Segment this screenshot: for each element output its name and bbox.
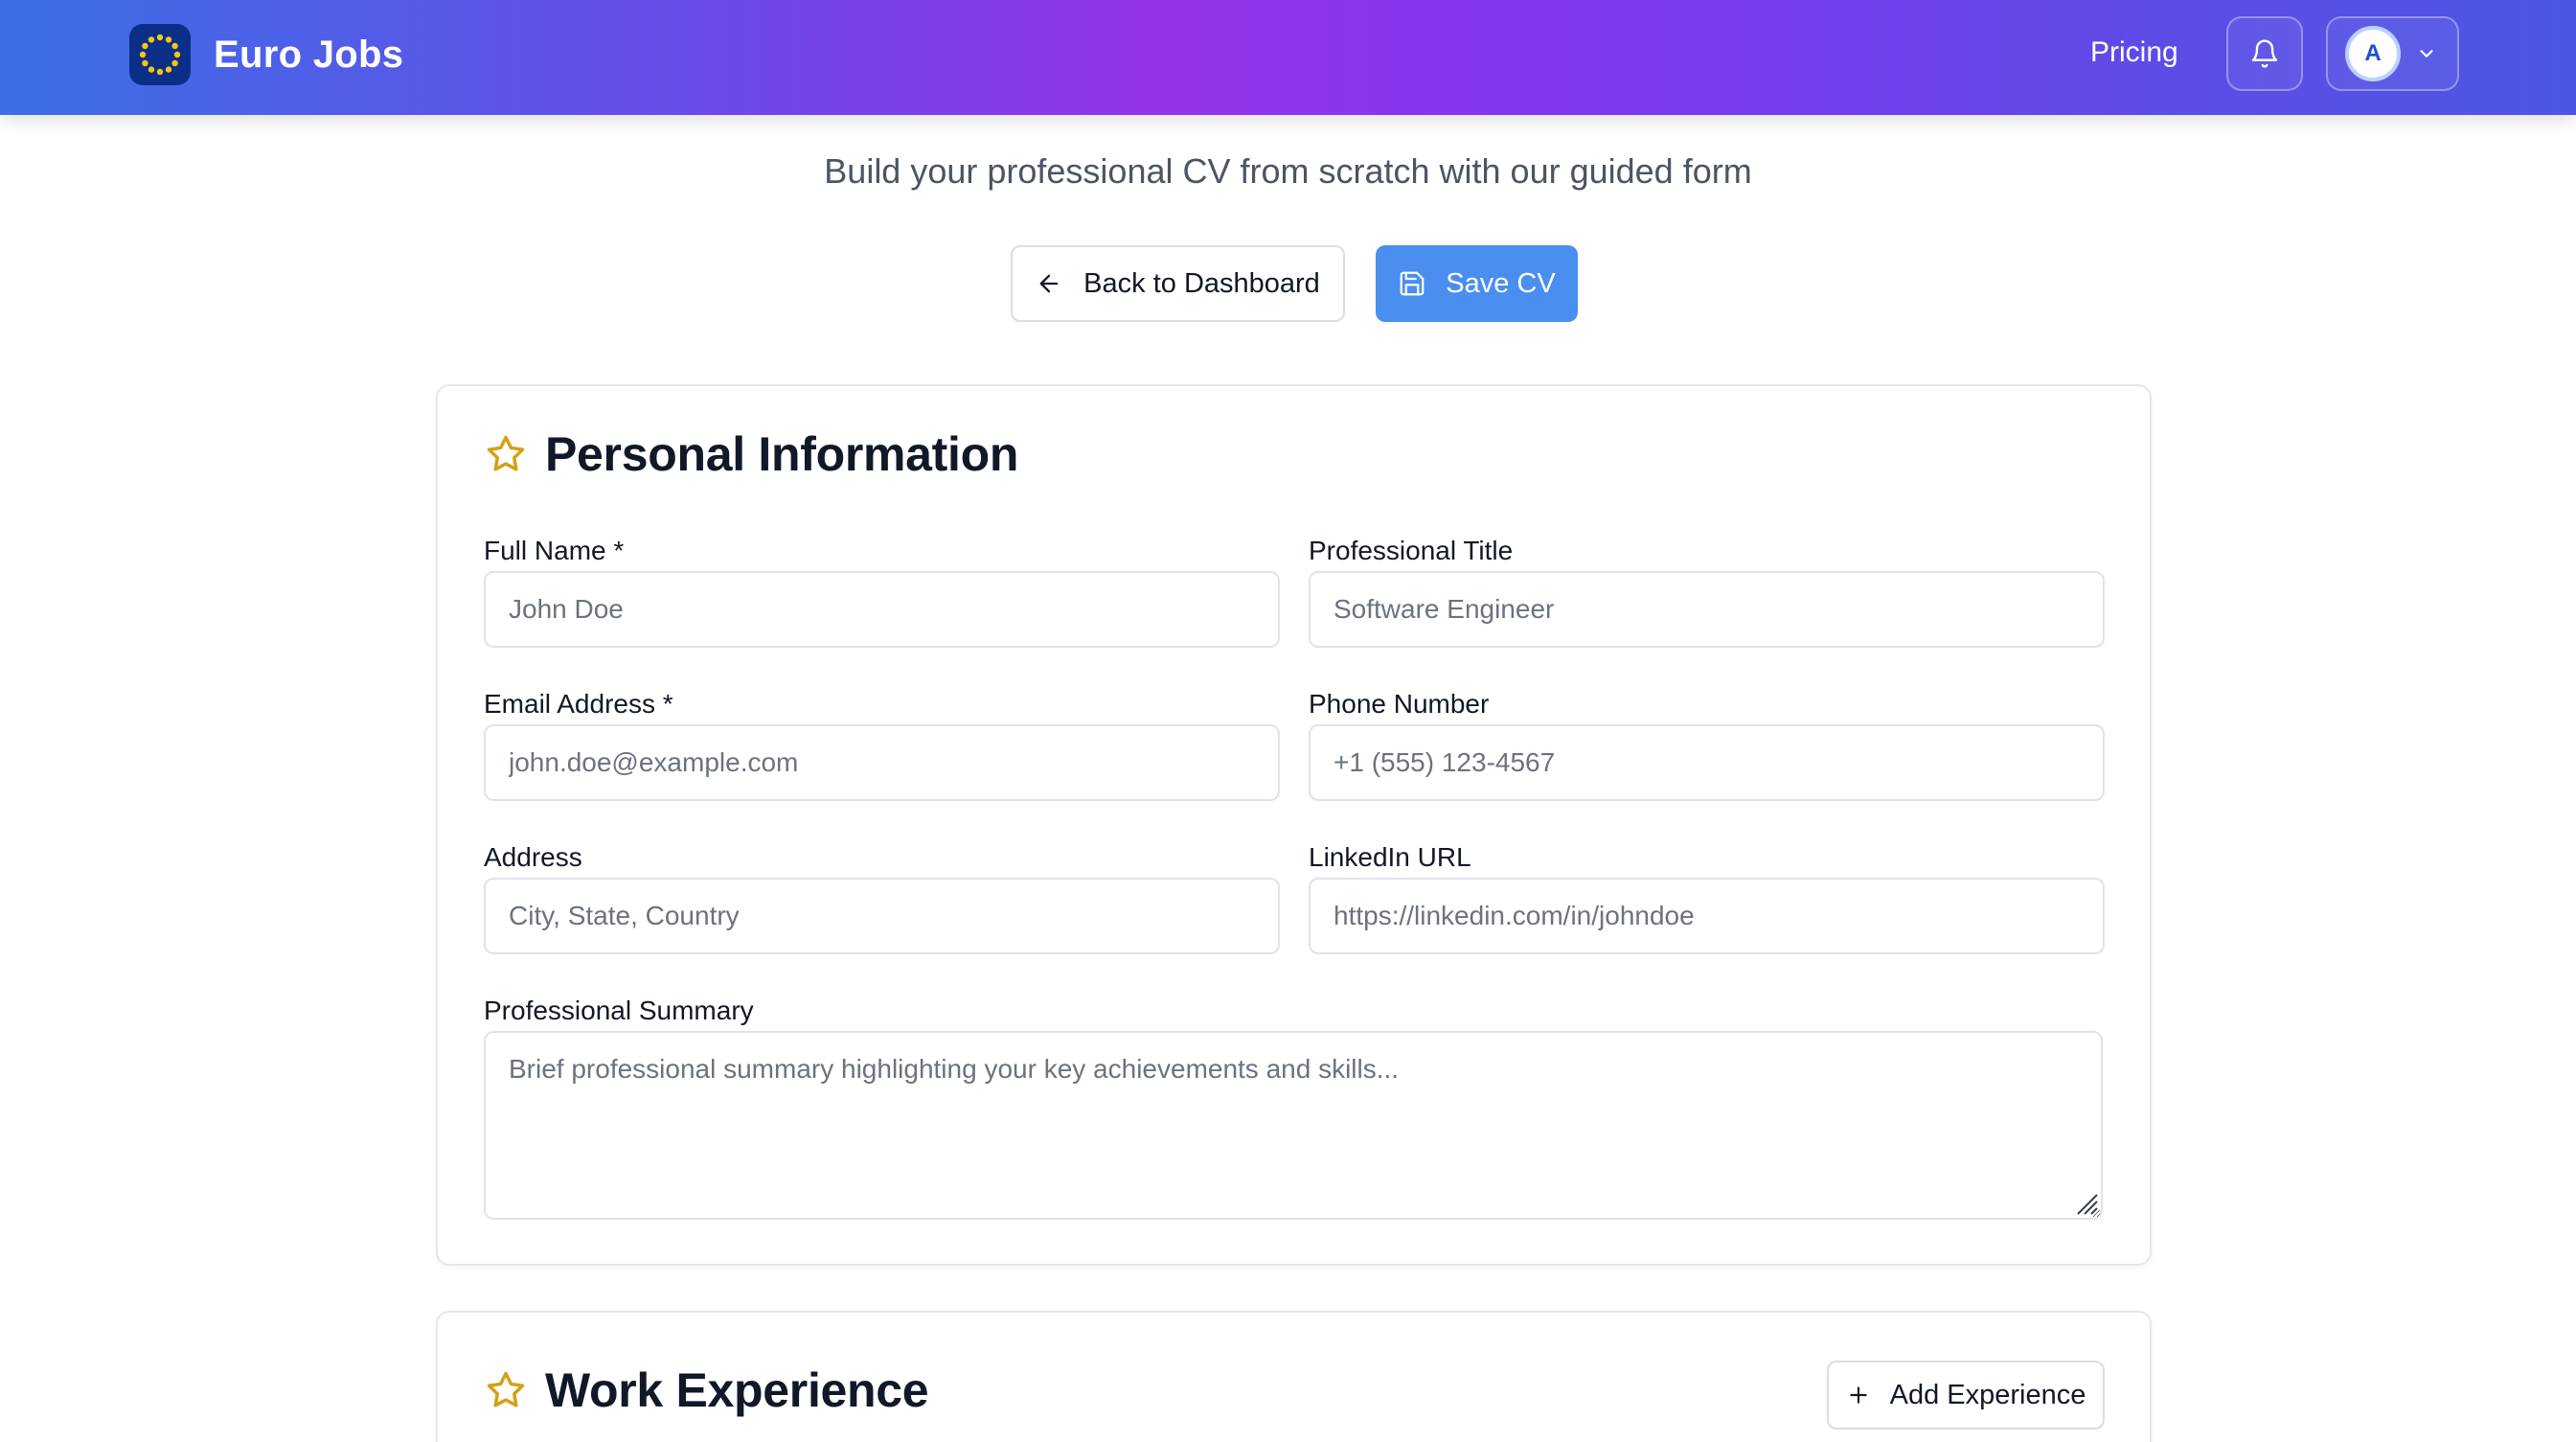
eu-stars-icon [129,24,191,85]
linkedin-label: LinkedIn URL [1309,842,1471,872]
brand-name: Euro Jobs [214,33,404,76]
arrow-left-icon [1036,270,1062,297]
work-experience-heading: Work Experience [545,1363,929,1417]
save-cv-button[interactable]: Save CV [1376,245,1578,322]
summary-textarea[interactable] [484,1031,2103,1220]
avatar: A [2345,26,2401,81]
personal-information-card: Personal Information Full Name * Profess… [436,384,2152,1266]
add-experience-button[interactable]: Add Experience [1827,1361,2105,1430]
chevron-down-icon [2416,43,2437,64]
personal-information-heading: Personal Information [545,427,1019,481]
top-navbar: Euro Jobs Pricing A [0,0,2576,115]
phone-label: Phone Number [1309,689,1490,719]
back-button-label: Back to Dashboard [1083,267,1320,299]
star-icon [486,434,526,474]
nav-link-pricing[interactable]: Pricing [2090,36,2178,69]
summary-label: Professional Summary [484,996,754,1025]
plus-icon [1846,1383,1871,1408]
email-input[interactable] [484,724,1280,801]
bell-icon [2249,38,2280,69]
email-label: Email Address * [484,689,673,719]
linkedin-input[interactable] [1309,878,2105,954]
star-icon [486,1370,526,1410]
address-label: Address [484,842,582,872]
professional-title-input[interactable] [1309,571,2105,648]
full-name-input[interactable] [484,571,1280,648]
work-experience-title: Work Experience [486,1362,929,1418]
add-experience-label: Add Experience [1889,1379,2086,1410]
resize-grip-icon[interactable] [2072,1189,2099,1216]
back-to-dashboard-button[interactable]: Back to Dashboard [1011,245,1345,322]
page-subtitle: Build your professional CV from scratch … [824,151,1752,191]
phone-input[interactable] [1309,724,2105,801]
user-menu-button[interactable]: A [2326,16,2459,91]
professional-title-label: Professional Title [1309,536,1514,565]
brand[interactable]: Euro Jobs [129,24,403,85]
save-icon [1398,269,1426,298]
full-name-label: Full Name * [484,536,625,565]
address-input[interactable] [484,878,1280,954]
work-experience-card: Work Experience Add Experience [436,1311,2152,1442]
save-button-label: Save CV [1446,267,1556,299]
notifications-button[interactable] [2226,16,2303,91]
personal-information-title: Personal Information [486,426,1018,482]
